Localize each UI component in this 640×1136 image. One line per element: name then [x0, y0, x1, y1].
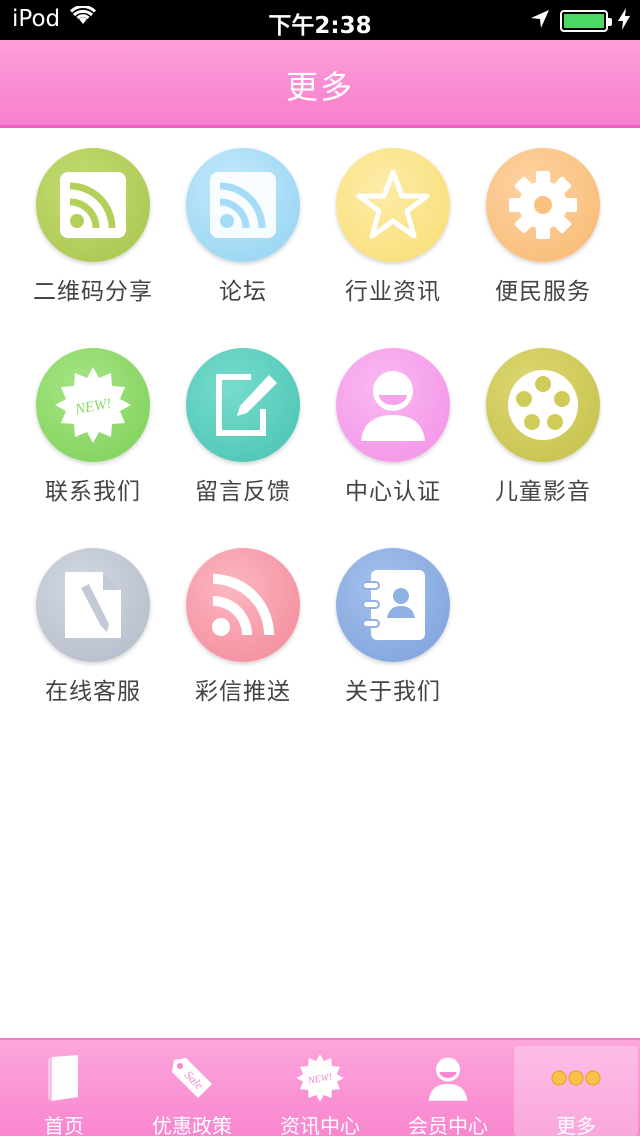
grid-item-forum[interactable]: 论坛 [168, 148, 318, 318]
grid-item-label: 联系我们 [45, 479, 141, 505]
new-badge-icon: NEW! [256, 1052, 384, 1104]
grid-item-contact-us[interactable]: NEW! 联系我们 [18, 348, 168, 518]
more-dots-icon [512, 1052, 640, 1104]
new-badge-icon: NEW! [36, 348, 150, 462]
rss-icon [36, 148, 150, 262]
grid-item-certification[interactable]: 中心认证 [318, 348, 468, 518]
grid-item-feedback[interactable]: 留言反馈 [168, 348, 318, 518]
page-title: 更多 [285, 68, 354, 106]
tab-label: 会员中心 [408, 1114, 488, 1136]
tab-news-center[interactable]: NEW! 资讯中心 [256, 1040, 384, 1136]
edit-icon [186, 348, 300, 462]
grid-item-label: 便民服务 [495, 279, 591, 305]
status-right [530, 8, 630, 34]
grid-item-label: 论坛 [219, 279, 267, 305]
grid-item-industry-news[interactable]: 行业资讯 [318, 148, 468, 318]
battery-icon [560, 10, 612, 32]
grid-item-label: 二维码分享 [33, 279, 153, 305]
tab-promotions[interactable]: Sale 优惠政策 [128, 1040, 256, 1136]
grid-item-label: 留言反馈 [195, 479, 291, 505]
status-bar: iPod 下午2:38 [0, 0, 640, 40]
grid-item-mms-push[interactable]: 彩信推送 [168, 548, 318, 718]
book-icon [0, 1052, 128, 1104]
user-icon [336, 348, 450, 462]
film-reel-icon [486, 348, 600, 462]
rss-icon [186, 148, 300, 262]
tab-member-center[interactable]: 会员中心 [384, 1040, 512, 1136]
gear-icon [486, 148, 600, 262]
nav-bar: 更多 [0, 40, 640, 128]
rss-icon [186, 548, 300, 662]
grid-item-services[interactable]: 便民服务 [468, 148, 618, 318]
grid-item-kids-media[interactable]: 儿童影音 [468, 348, 618, 518]
tab-home[interactable]: 首页 [0, 1040, 128, 1136]
grid-item-label: 行业资讯 [345, 279, 441, 305]
grid-item-label: 中心认证 [345, 479, 441, 505]
user-icon [384, 1052, 512, 1104]
tab-more[interactable]: 更多 [512, 1040, 640, 1136]
contacts-book-icon [336, 548, 450, 662]
grid-item-qr-share[interactable]: 二维码分享 [18, 148, 168, 318]
sale-tag-icon: Sale [128, 1052, 256, 1104]
tab-label: 优惠政策 [152, 1114, 232, 1136]
grid-item-online-service[interactable]: 在线客服 [18, 548, 168, 718]
star-icon [336, 148, 450, 262]
grid-item-label: 在线客服 [45, 679, 141, 705]
grid-item-about-us[interactable]: 关于我们 [318, 548, 468, 718]
tab-bar: 首页 Sale 优惠政策 NEW! 资讯中心 会员中心 更多 [0, 1038, 640, 1136]
document-edit-icon [36, 548, 150, 662]
grid-item-label: 关于我们 [345, 679, 441, 705]
tab-label: 更多 [556, 1114, 596, 1136]
tab-label: 首页 [44, 1114, 84, 1136]
tab-label: 资讯中心 [280, 1114, 360, 1136]
grid-item-label: 儿童影音 [495, 479, 591, 505]
location-arrow-icon [530, 9, 550, 33]
charging-bolt-icon [618, 8, 630, 34]
grid-item-label: 彩信推送 [195, 679, 291, 705]
